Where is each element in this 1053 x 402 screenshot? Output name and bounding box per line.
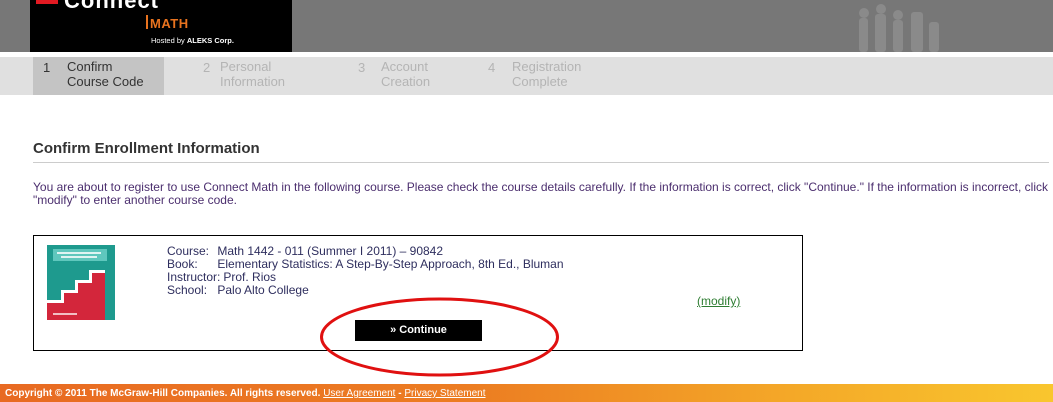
step-registration-complete: 4 Registration Complete: [480, 57, 620, 95]
school-value: Palo Alto College: [217, 283, 309, 297]
logo-product-name: MATH: [150, 16, 189, 31]
step-number: 2: [203, 60, 211, 75]
footer-text: Copyright © 2011 The McGraw-Hill Compani…: [5, 388, 486, 399]
connect-math-logo[interactable]: Connect MATH Hosted by ALEKS Corp.: [30, 0, 292, 52]
step-label: Confirm Course Code: [67, 59, 144, 89]
modify-link[interactable]: (modify): [697, 294, 740, 308]
school-label: School:: [167, 283, 208, 297]
step-confirm-course-code: 1 Confirm Course Code: [33, 57, 164, 95]
copyright-text: Copyright © 2011 The McGraw-Hill Compani…: [5, 388, 321, 399]
textbook-cover-icon: [47, 245, 115, 320]
continue-button[interactable]: » Continue: [355, 320, 482, 341]
course-details: Course: Math 1442 - 011 (Summer I 2011) …: [167, 245, 564, 297]
mcgraw-hill-mark: [36, 0, 58, 4]
step-label: Registration Complete: [512, 59, 582, 89]
step-number: 4: [488, 60, 496, 75]
people-silhouette-graphic: [859, 4, 939, 52]
site-footer: Copyright © 2011 The McGraw-Hill Compani…: [0, 384, 1053, 402]
hosted-by-prefix: Hosted by: [151, 36, 185, 45]
logo-wordmark: Connect: [64, 0, 159, 13]
title-divider: [33, 162, 1049, 163]
hosted-by-text: Hosted by ALEKS Corp.: [151, 36, 234, 45]
book-cover-image: [47, 245, 115, 320]
registration-steps: 1 Confirm Course Code 2 Personal Informa…: [0, 57, 1053, 95]
privacy-statement-link[interactable]: Privacy Statement: [404, 388, 485, 399]
step-label: Account Creation: [381, 59, 431, 89]
step-personal-information: 2 Personal Information: [195, 57, 335, 95]
step-label: Personal Information: [220, 59, 286, 89]
book-value: Elementary Statistics: A Step-By-Step Ap…: [217, 257, 564, 271]
instructor-value: Prof. Rios: [223, 270, 277, 284]
user-agreement-link[interactable]: User Agreement: [323, 388, 395, 399]
step-account-creation: 3 Account Creation: [350, 57, 470, 95]
step-number: 3: [358, 60, 366, 75]
school-row: School: Palo Alto College: [167, 284, 564, 297]
step-number: 1: [43, 60, 51, 75]
intro-text: You are about to register to use Connect…: [33, 180, 1049, 207]
course-value: Math 1442 - 011 (Summer I 2011) – 90842: [217, 244, 444, 258]
page-title: Confirm Enrollment Information: [33, 140, 260, 157]
hosted-by-company: ALEKS Corp.: [186, 36, 234, 45]
logo-divider: [146, 15, 148, 29]
course-details-panel: Course: Math 1442 - 011 (Summer I 2011) …: [33, 235, 803, 351]
site-header: Connect MATH Hosted by ALEKS Corp.: [0, 0, 1053, 52]
